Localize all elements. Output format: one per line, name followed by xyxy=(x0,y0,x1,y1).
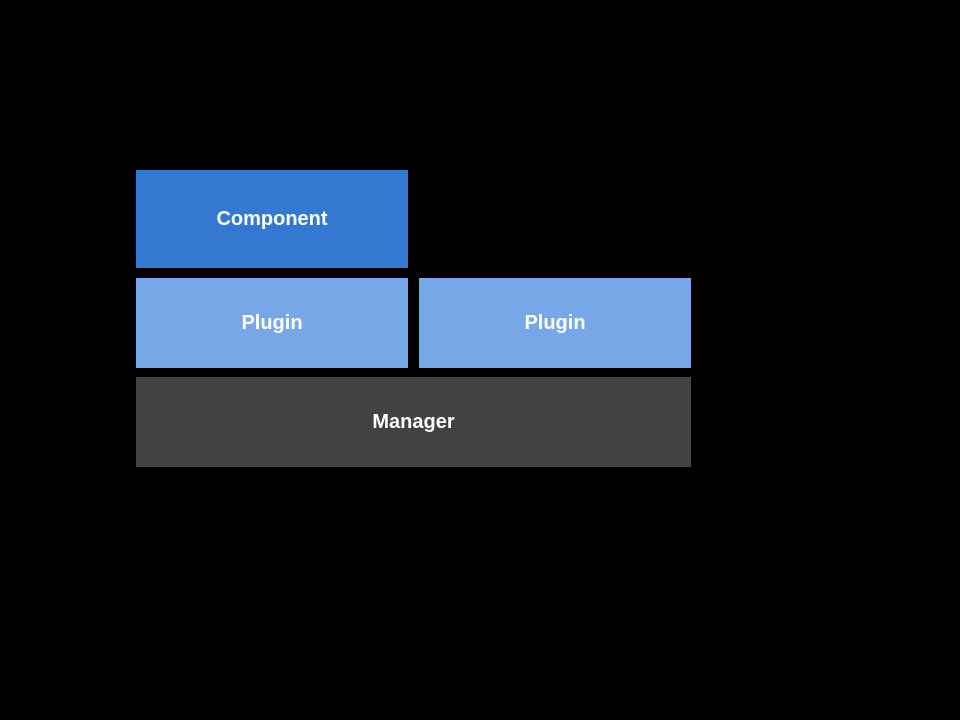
plugin-box-left: Plugin xyxy=(136,278,408,368)
component-box: Component xyxy=(136,170,408,268)
plugin-left-label: Plugin xyxy=(241,312,302,335)
manager-label: Manager xyxy=(372,411,454,434)
component-label: Component xyxy=(216,208,327,231)
plugin-box-right: Plugin xyxy=(419,278,691,368)
manager-box: Manager xyxy=(136,377,691,467)
plugin-right-label: Plugin xyxy=(524,312,585,335)
